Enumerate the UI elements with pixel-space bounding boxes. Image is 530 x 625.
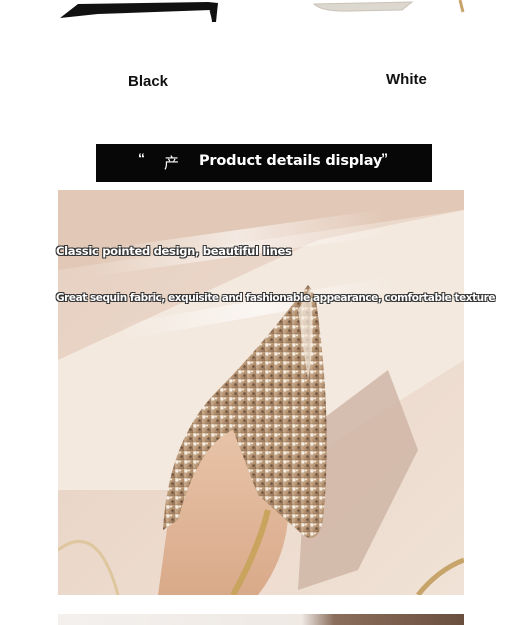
variant-label-black[interactable]: Black	[128, 73, 168, 90]
variant-label-white[interactable]: White	[386, 71, 427, 88]
product-details-banner: “ 产 Product details display ”	[96, 144, 432, 182]
color-variant-strip: Black White	[0, 0, 530, 110]
feature-caption-fabric: Great sequin fabric, exquisite and fashi…	[56, 292, 496, 304]
feature-caption-design: Classic pointed design, beautiful lines	[56, 244, 292, 258]
banner-title: Product details display	[199, 153, 383, 169]
white-shoe-image[interactable]	[312, 0, 467, 14]
close-quote-mark: ”	[381, 150, 388, 166]
black-shoe-image[interactable]	[58, 0, 220, 22]
banner-cn-char: 产	[164, 154, 180, 172]
open-quote-mark: “	[138, 150, 145, 166]
next-product-photo-edge	[58, 614, 464, 625]
